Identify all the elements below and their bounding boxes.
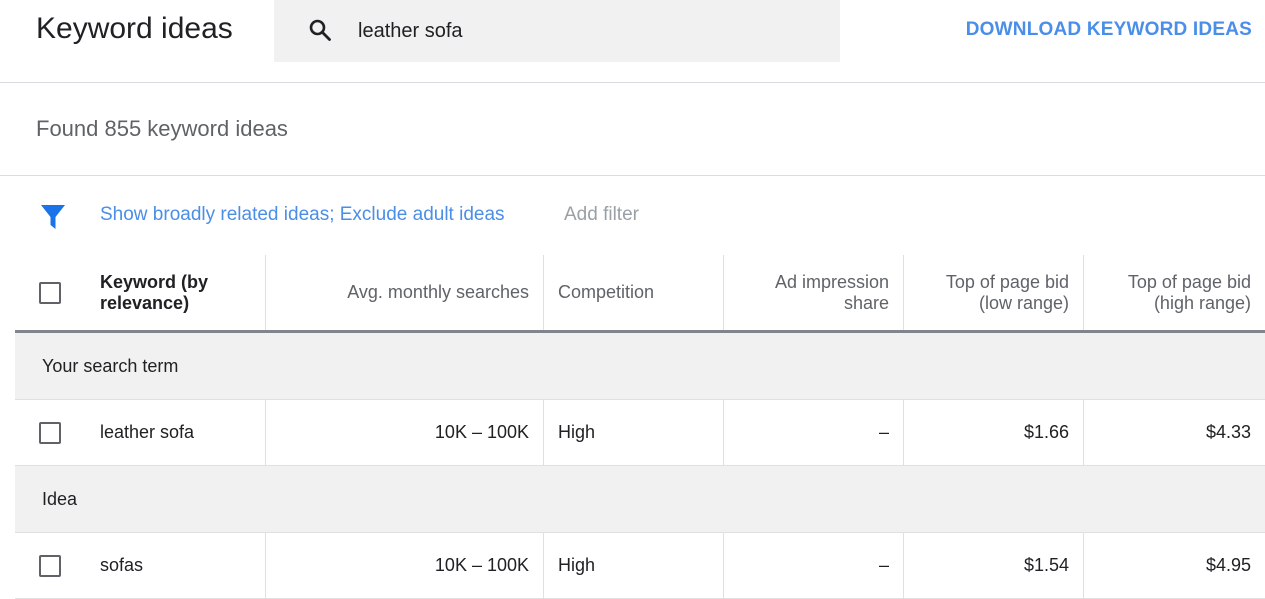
- active-filters-link[interactable]: Show broadly related ideas; Exclude adul…: [100, 204, 505, 226]
- search-input[interactable]: leather sofa: [358, 20, 463, 43]
- add-filter-button[interactable]: Add filter: [564, 204, 639, 226]
- impression-share-cell: –: [723, 400, 903, 465]
- keyword-header-line1: Keyword (by: [100, 271, 209, 292]
- bid-low-cell: $1.66: [903, 400, 1083, 465]
- page-title: Keyword ideas: [36, 12, 233, 45]
- impression-header-line1: Ad impression: [774, 271, 889, 292]
- group-label: Your search term: [42, 355, 179, 376]
- bid-low-cell: $1.54: [903, 533, 1083, 598]
- download-keyword-ideas-button[interactable]: DOWNLOAD KEYWORD IDEAS: [966, 19, 1252, 41]
- competition-cell: High: [543, 400, 723, 465]
- keyword-table: Keyword (by relevance) Avg. monthly sear…: [15, 255, 1265, 599]
- table-row: sofas 10K – 100K High – $1.54 $4.95: [15, 533, 1265, 599]
- bid-low-header-line1: Top of page bid: [945, 271, 1069, 292]
- results-count: Found 855 keyword ideas: [36, 116, 288, 141]
- row-checkbox[interactable]: [39, 421, 61, 444]
- keyword-cell: sofas: [100, 555, 144, 575]
- avg-searches-cell: 10K – 100K: [265, 400, 543, 465]
- bid-high-header-line1: Top of page bid: [1127, 271, 1251, 292]
- impression-header-line2: share: [843, 292, 889, 313]
- page-header: Keyword ideas leather sofa DOWNLOAD KEYW…: [0, 0, 1265, 83]
- group-label: Idea: [42, 488, 78, 509]
- avg-searches-cell: 10K – 100K: [265, 533, 543, 598]
- group-header-row: Your search term: [15, 333, 1265, 400]
- bid-low-header-line2: (low range): [978, 292, 1069, 313]
- row-checkbox[interactable]: [39, 554, 61, 577]
- select-all-cell: [15, 255, 85, 330]
- select-all-checkbox[interactable]: [39, 281, 61, 304]
- keyword-cell: leather sofa: [100, 422, 195, 442]
- bid-high-cell: $4.95: [1083, 533, 1265, 598]
- table-row: leather sofa 10K – 100K High – $1.66 $4.…: [15, 400, 1265, 466]
- column-header-keyword[interactable]: Keyword (by relevance): [85, 255, 265, 330]
- impression-share-cell: –: [723, 533, 903, 598]
- search-bar[interactable]: leather sofa: [274, 0, 840, 62]
- column-header-avg-monthly-searches[interactable]: Avg. monthly searches: [265, 255, 543, 330]
- bid-high-cell: $4.33: [1083, 400, 1265, 465]
- competition-cell: High: [543, 533, 723, 598]
- divider: [0, 175, 1265, 176]
- column-header-competition[interactable]: Competition: [543, 255, 723, 330]
- column-header-ad-impression-share[interactable]: Ad impression share: [723, 255, 903, 330]
- row-checkbox-cell: [15, 533, 85, 598]
- table-header-row: Keyword (by relevance) Avg. monthly sear…: [15, 255, 1265, 333]
- row-checkbox-cell: [15, 400, 85, 465]
- column-header-bid-low[interactable]: Top of page bid (low range): [903, 255, 1083, 330]
- bid-high-header-line2: (high range): [1153, 292, 1251, 313]
- column-header-bid-high[interactable]: Top of page bid (high range): [1083, 255, 1265, 330]
- keyword-header-line2: relevance): [100, 292, 190, 313]
- search-icon: [309, 19, 331, 41]
- group-header-row: Idea: [15, 466, 1265, 533]
- filter-icon[interactable]: [40, 204, 66, 230]
